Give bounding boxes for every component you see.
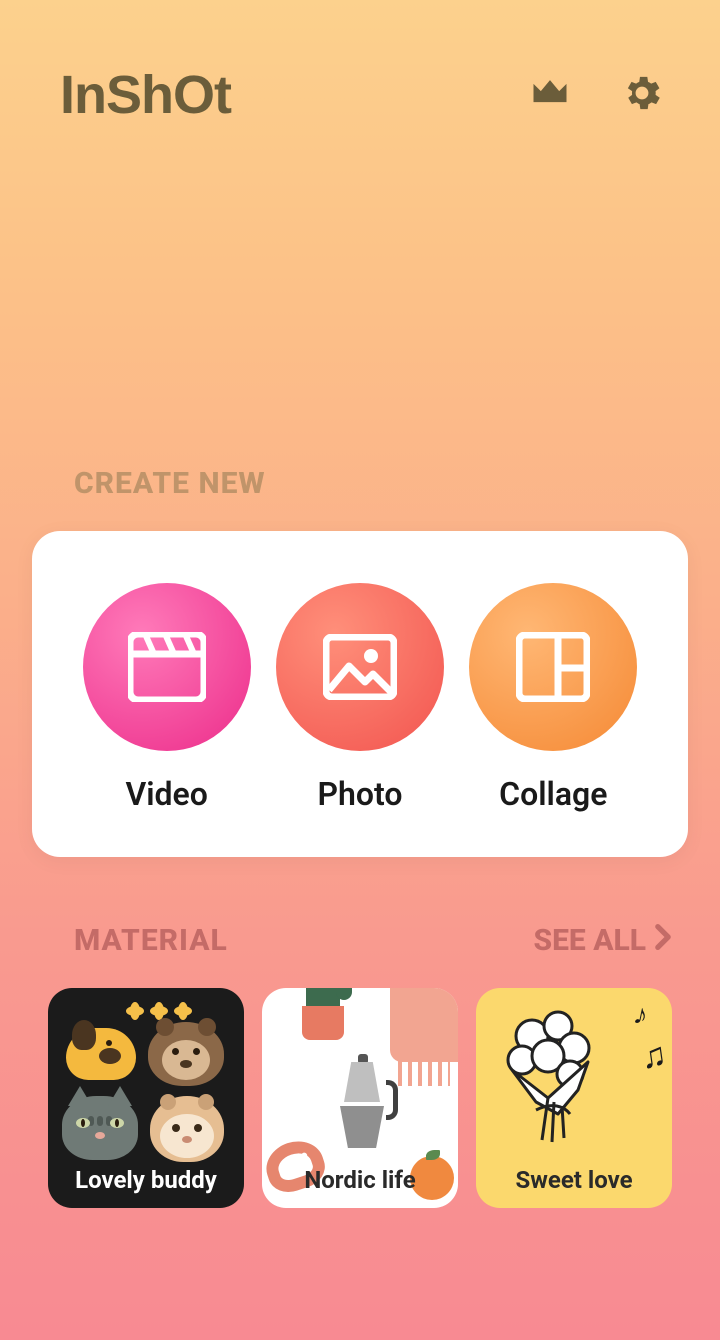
see-all-button[interactable]: SEE ALL bbox=[533, 923, 672, 958]
material-card-sweet-love[interactable]: ♪ ♫ Sweet love bbox=[476, 988, 672, 1208]
crown-icon[interactable] bbox=[528, 71, 572, 119]
create-collage-label: Collage bbox=[499, 775, 607, 813]
create-photo-label: Photo bbox=[318, 775, 403, 813]
collage-icon bbox=[469, 583, 637, 751]
header: InShOt bbox=[0, 0, 720, 126]
create-new-card: Video Photo Collage bbox=[32, 531, 688, 857]
settings-icon[interactable] bbox=[620, 71, 664, 119]
create-video-label: Video bbox=[125, 775, 207, 813]
material-card-lovely-buddy[interactable]: Lovely buddy bbox=[48, 988, 244, 1208]
chevron-right-icon bbox=[654, 923, 672, 958]
header-actions bbox=[528, 71, 664, 119]
video-icon bbox=[83, 583, 251, 751]
photo-icon bbox=[276, 583, 444, 751]
create-photo-button[interactable]: Photo bbox=[276, 583, 444, 813]
material-header: MATERIAL SEE ALL bbox=[74, 923, 672, 958]
material-card-nordic-life[interactable]: Nordic life bbox=[262, 988, 458, 1208]
create-video-button[interactable]: Video bbox=[83, 583, 251, 813]
material-card-label: Lovely buddy bbox=[75, 1166, 217, 1194]
create-new-title: CREATE NEW bbox=[74, 466, 720, 501]
see-all-label: SEE ALL bbox=[533, 923, 646, 958]
app-logo: InShOt bbox=[60, 64, 231, 126]
music-notes-icon: ♫ bbox=[638, 1034, 669, 1077]
material-card-label: Nordic life bbox=[304, 1166, 415, 1194]
music-note-icon: ♪ bbox=[631, 997, 652, 1032]
material-title: MATERIAL bbox=[74, 923, 228, 958]
material-row: Lovely buddy Nordic life ♪ ♫ bbox=[48, 988, 720, 1208]
create-collage-button[interactable]: Collage bbox=[469, 583, 637, 813]
material-card-label: Sweet love bbox=[515, 1166, 632, 1194]
